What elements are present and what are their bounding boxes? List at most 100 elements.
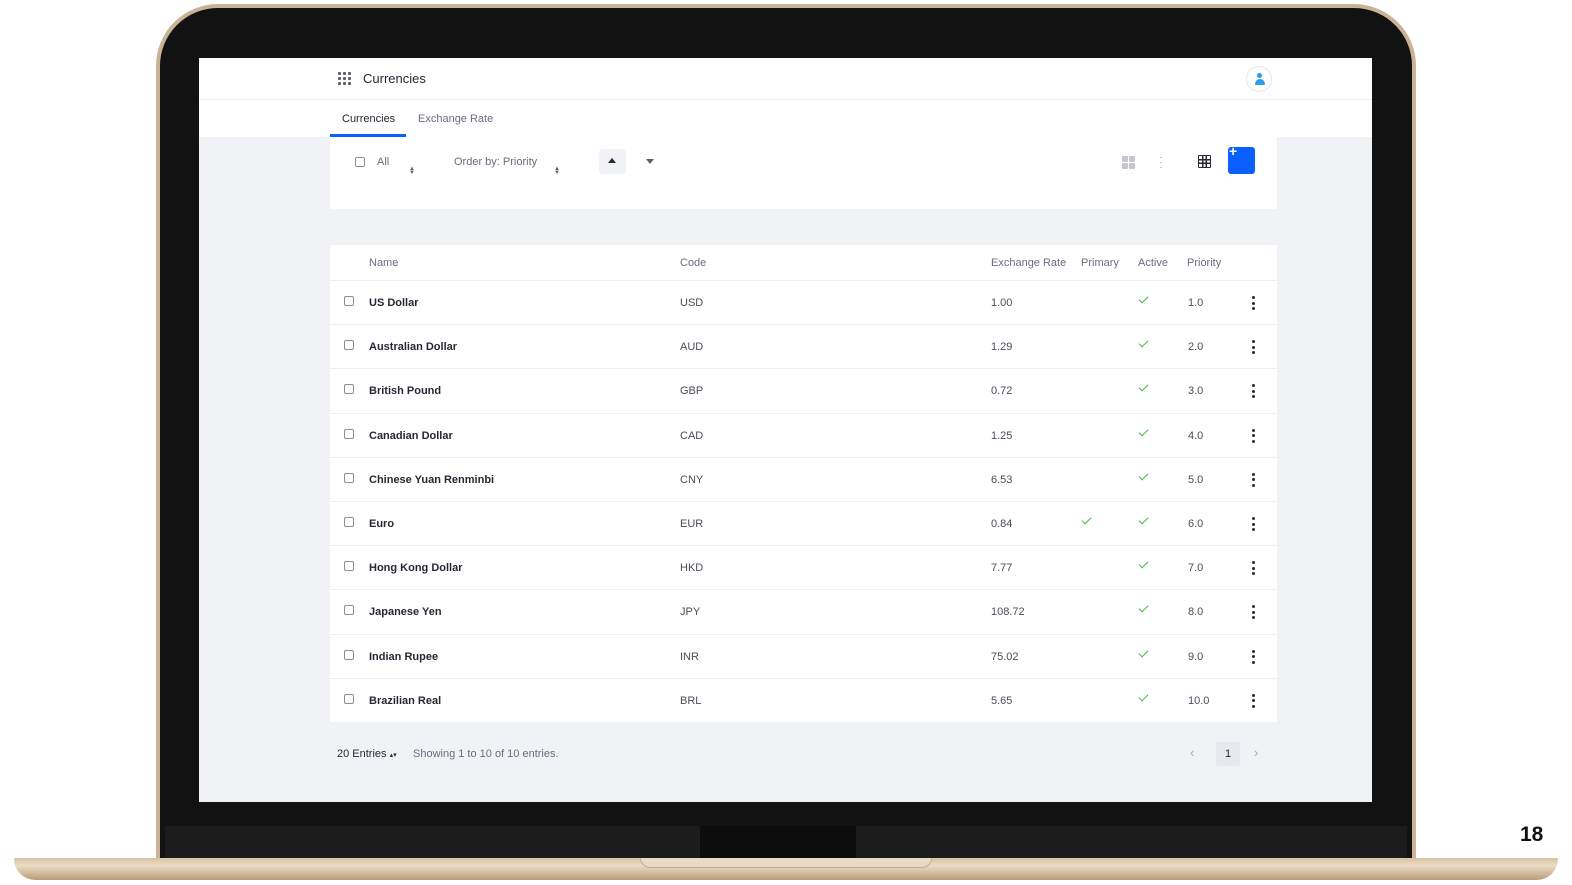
table-row[interactable]: Hong Kong Dollar HKD 7.77 7.0 [330,545,1277,589]
currency-name[interactable]: Brazilian Real [369,695,441,707]
active-check-icon [1138,337,1149,348]
row-checkbox[interactable] [344,296,354,306]
tab-currencies[interactable]: Currencies [342,113,395,125]
kebab-menu-icon[interactable] [1251,472,1255,487]
kebab-menu-icon[interactable] [1251,517,1255,531]
column-header-priority[interactable]: Priority [1187,257,1221,269]
exchange-rate: 1.25 [991,429,1013,442]
kebab-menu-icon[interactable] [1251,340,1255,355]
plus-icon: + [1229,143,1238,159]
priority: 4.0 [1188,429,1204,442]
currencies-table: Name Code Exchange Rate Primary Active P… [330,245,1277,722]
laptop-base-notch [640,858,932,868]
kebab-menu-icon[interactable] [1251,561,1255,576]
currency-name[interactable]: British Pound [369,385,441,397]
table-row[interactable]: Euro EUR 0.84 6.0 [330,501,1277,545]
user-avatar-icon[interactable] [1246,66,1272,92]
tab-exchange-rate[interactable]: Exchange Rate [418,113,493,125]
table-row[interactable]: Japanese Yen JPY 108.72 8.0 [330,589,1277,633]
exchange-rate: 0.84 [991,518,1013,530]
sort-ascending-button[interactable] [599,149,626,174]
active-check-icon [1138,470,1149,481]
currency-code: BRL [680,694,702,707]
currency-name[interactable]: Chinese Yuan Renminbi [369,474,494,486]
currency-name[interactable]: Euro [369,518,394,530]
slide-number: 18 [1520,823,1544,846]
column-header-code[interactable]: Code [680,257,706,269]
chevron-right-icon[interactable]: › [1254,745,1258,760]
column-header-active[interactable]: Active [1138,257,1168,269]
kebab-menu-icon[interactable] [1251,693,1255,708]
laptop-hinge [700,826,856,862]
pagination-results: Showing 1 to 10 of 10 entries. [413,748,559,760]
card-view-icon[interactable] [1122,156,1135,169]
order-by-caret-icon[interactable]: ▲ ▼ [554,166,560,176]
primary-check-icon [1081,514,1092,525]
table-row[interactable]: Indian Rupee INR 75.02 9.0 [330,633,1277,678]
table-row[interactable]: Brazilian Real BRL 5.65 10.0 [330,677,1277,722]
currency-code: USD [680,297,704,309]
row-checkbox[interactable] [344,340,354,351]
active-check-icon [1138,647,1149,658]
column-header-exchange-rate[interactable]: Exchange Rate [991,257,1066,269]
table-row[interactable]: Australian Dollar AUD 1.29 2.0 [330,324,1277,368]
filter-dropdown-caret-icon[interactable]: ▲ ▼ [409,166,415,176]
active-check-icon [1138,691,1149,702]
exchange-rate: 5.65 [991,694,1013,707]
entries-caret-icon: ▴▾ [389,752,397,759]
column-header-name[interactable]: Name [369,257,398,269]
order-by-dropdown[interactable]: Order by: Priority [454,156,537,168]
priority: 1.0 [1188,297,1204,309]
row-checkbox[interactable] [344,517,354,527]
add-currency-button[interactable]: + [1228,143,1255,174]
currency-name[interactable]: Hong Kong Dollar [369,562,463,574]
kebab-menu-icon[interactable] [1251,384,1255,399]
apps-grid-icon[interactable] [338,72,351,85]
kebab-menu-icon[interactable] [1251,428,1255,443]
row-checkbox[interactable] [344,649,354,660]
row-checkbox[interactable] [344,384,354,395]
row-checkbox[interactable] [344,561,354,572]
exchange-rate: 1.00 [991,297,1013,309]
select-all-checkbox[interactable] [355,157,365,167]
currency-code: AUD [680,341,704,354]
table-row[interactable]: British Pound GBP 0.72 3.0 [330,368,1277,412]
active-check-icon [1138,602,1149,613]
currency-name[interactable]: Japanese Yen [369,606,442,618]
table-view-icon[interactable] [1198,155,1211,168]
entries-per-page-dropdown[interactable]: 20 Entries ▴▾ [337,748,397,760]
app-screen: Currencies Currencies Exchange Rate All … [199,58,1372,802]
entries-label: 20 Entries [337,748,387,760]
column-header-primary[interactable]: Primary [1081,257,1119,269]
table-row[interactable]: US Dollar USD 1.00 1.0 [330,280,1277,324]
currency-name[interactable]: Canadian Dollar [369,430,453,442]
priority: 2.0 [1188,341,1204,354]
kebab-menu-icon[interactable] [1251,296,1255,310]
currency-name[interactable]: US Dollar [369,297,419,309]
select-all-label[interactable]: All [377,156,389,168]
currency-name[interactable]: Australian Dollar [369,341,457,353]
exchange-rate: 7.77 [991,562,1013,575]
chevron-left-icon[interactable]: ‹ [1190,745,1194,760]
tab-bar: Currencies Exchange Rate [199,100,1372,137]
table-row[interactable]: Canadian Dollar CAD 1.25 4.0 [330,412,1277,457]
currency-code: INR [680,650,699,663]
kebab-menu-icon[interactable] [1251,605,1255,620]
priority: 8.0 [1188,606,1204,619]
page-button-current[interactable]: 1 [1216,742,1240,766]
exchange-rate: 1.29 [991,341,1013,354]
row-checkbox[interactable] [344,605,354,616]
kebab-menu-icon[interactable] [1251,649,1255,664]
priority: 7.0 [1188,562,1204,575]
active-check-icon [1138,293,1149,304]
row-checkbox[interactable] [344,693,354,704]
list-view-icon[interactable] [1160,156,1173,169]
row-checkbox[interactable] [344,428,354,439]
table-row[interactable]: Chinese Yuan Renminbi CNY 6.53 5.0 [330,456,1277,501]
currency-code: HKD [680,562,704,575]
active-check-icon [1138,514,1149,525]
currency-name[interactable]: Indian Rupee [369,651,438,663]
row-checkbox[interactable] [344,472,354,483]
page-title: Currencies [363,71,426,86]
sort-direction-dropdown-icon[interactable] [646,159,654,164]
